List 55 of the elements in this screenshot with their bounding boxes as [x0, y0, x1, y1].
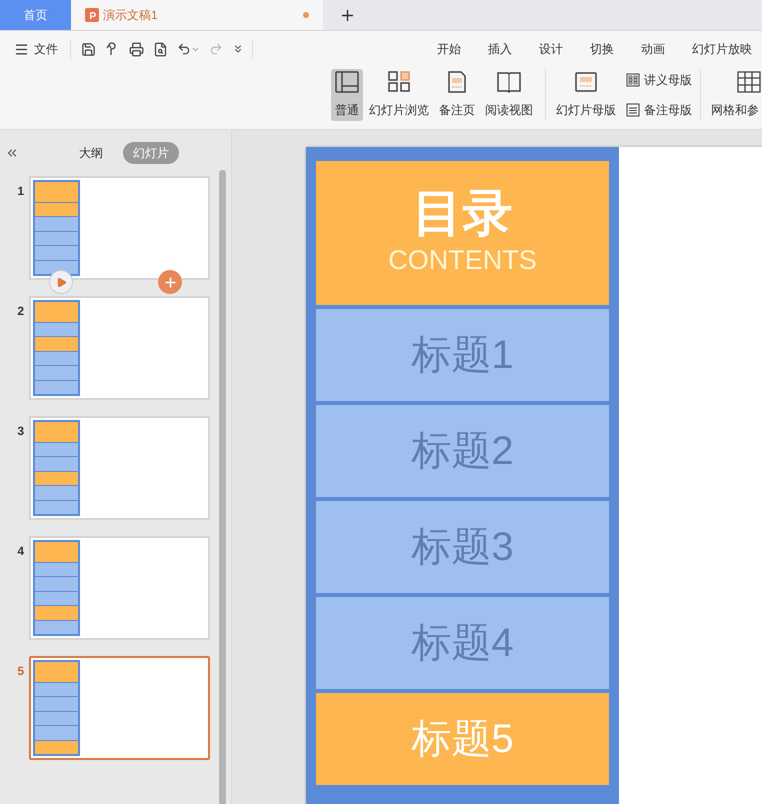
contents-item: 标题1 [316, 309, 609, 401]
slide-thumbnail[interactable] [29, 656, 210, 760]
slide-title: 目录 [412, 188, 512, 238]
grid-icon [387, 71, 411, 93]
presentation-icon [85, 8, 99, 22]
scrollbar[interactable] [219, 170, 226, 804]
contents-item: 标题5 [316, 693, 609, 785]
slide-number: 4 [16, 543, 24, 560]
menu-tab[interactable]: 插入 [488, 40, 512, 58]
menu-tab[interactable]: 设计 [539, 40, 563, 58]
ribbon-button[interactable]: 普通 [331, 69, 363, 121]
menu-tab[interactable]: 动画 [641, 40, 665, 58]
ribbon-button[interactable]: 备注页 [435, 69, 479, 121]
save-icon[interactable] [81, 42, 96, 56]
slide-number: 2 [16, 303, 24, 320]
slide-icon [574, 71, 598, 93]
slide-thumbnail[interactable] [29, 296, 210, 400]
add-slide-button[interactable] [158, 270, 182, 294]
print-icon[interactable] [129, 42, 144, 56]
file-menu[interactable]: 文件 [0, 40, 66, 58]
plus-icon [162, 274, 178, 290]
layout-icon [335, 71, 359, 93]
slide-number: 3 [16, 423, 24, 440]
play-icon [56, 276, 66, 288]
grid-icon [626, 73, 640, 87]
grid-icon [737, 71, 761, 93]
contents-item: 标题3 [316, 501, 609, 593]
ribbon-button[interactable]: 网格和参 [709, 69, 761, 121]
slide-thumbnail[interactable] [29, 416, 210, 520]
redo-icon[interactable] [209, 42, 223, 56]
tab-title: 演示文稿1 [103, 7, 158, 24]
slide-thumbnail[interactable] [29, 536, 210, 640]
ribbon-button[interactable]: 幻灯片母版 [552, 69, 620, 121]
undo-button[interactable] [177, 42, 200, 56]
menu-tab[interactable]: 开始 [437, 40, 461, 58]
play-button[interactable] [49, 270, 73, 294]
customize-icon[interactable] [232, 43, 244, 55]
contents-item: 标题2 [316, 405, 609, 497]
ribbon-button[interactable]: 幻灯片浏览 [365, 69, 433, 121]
ribbon-button[interactable]: 讲义母版 [626, 71, 692, 89]
print-preview-icon[interactable] [153, 42, 168, 56]
panel-tab[interactable]: 大纲 [69, 142, 113, 164]
book-icon [497, 71, 521, 93]
slide-number: 1 [16, 183, 24, 200]
slide-thumbnail[interactable] [29, 176, 210, 280]
menu-tab[interactable]: 切换 [590, 40, 614, 58]
contents-item: 标题4 [316, 597, 609, 689]
menu-icon [14, 42, 29, 56]
ribbon-button[interactable]: 备注母版 [626, 101, 692, 119]
ribbon-button[interactable]: 阅读视图 [481, 69, 537, 121]
slide-subtitle: CONTENTS [388, 244, 537, 278]
document-icon [626, 103, 640, 117]
menu-tab[interactable]: 幻灯片放映 [692, 40, 752, 58]
slide-number: 5 [16, 663, 24, 680]
undo-icon [177, 42, 191, 56]
